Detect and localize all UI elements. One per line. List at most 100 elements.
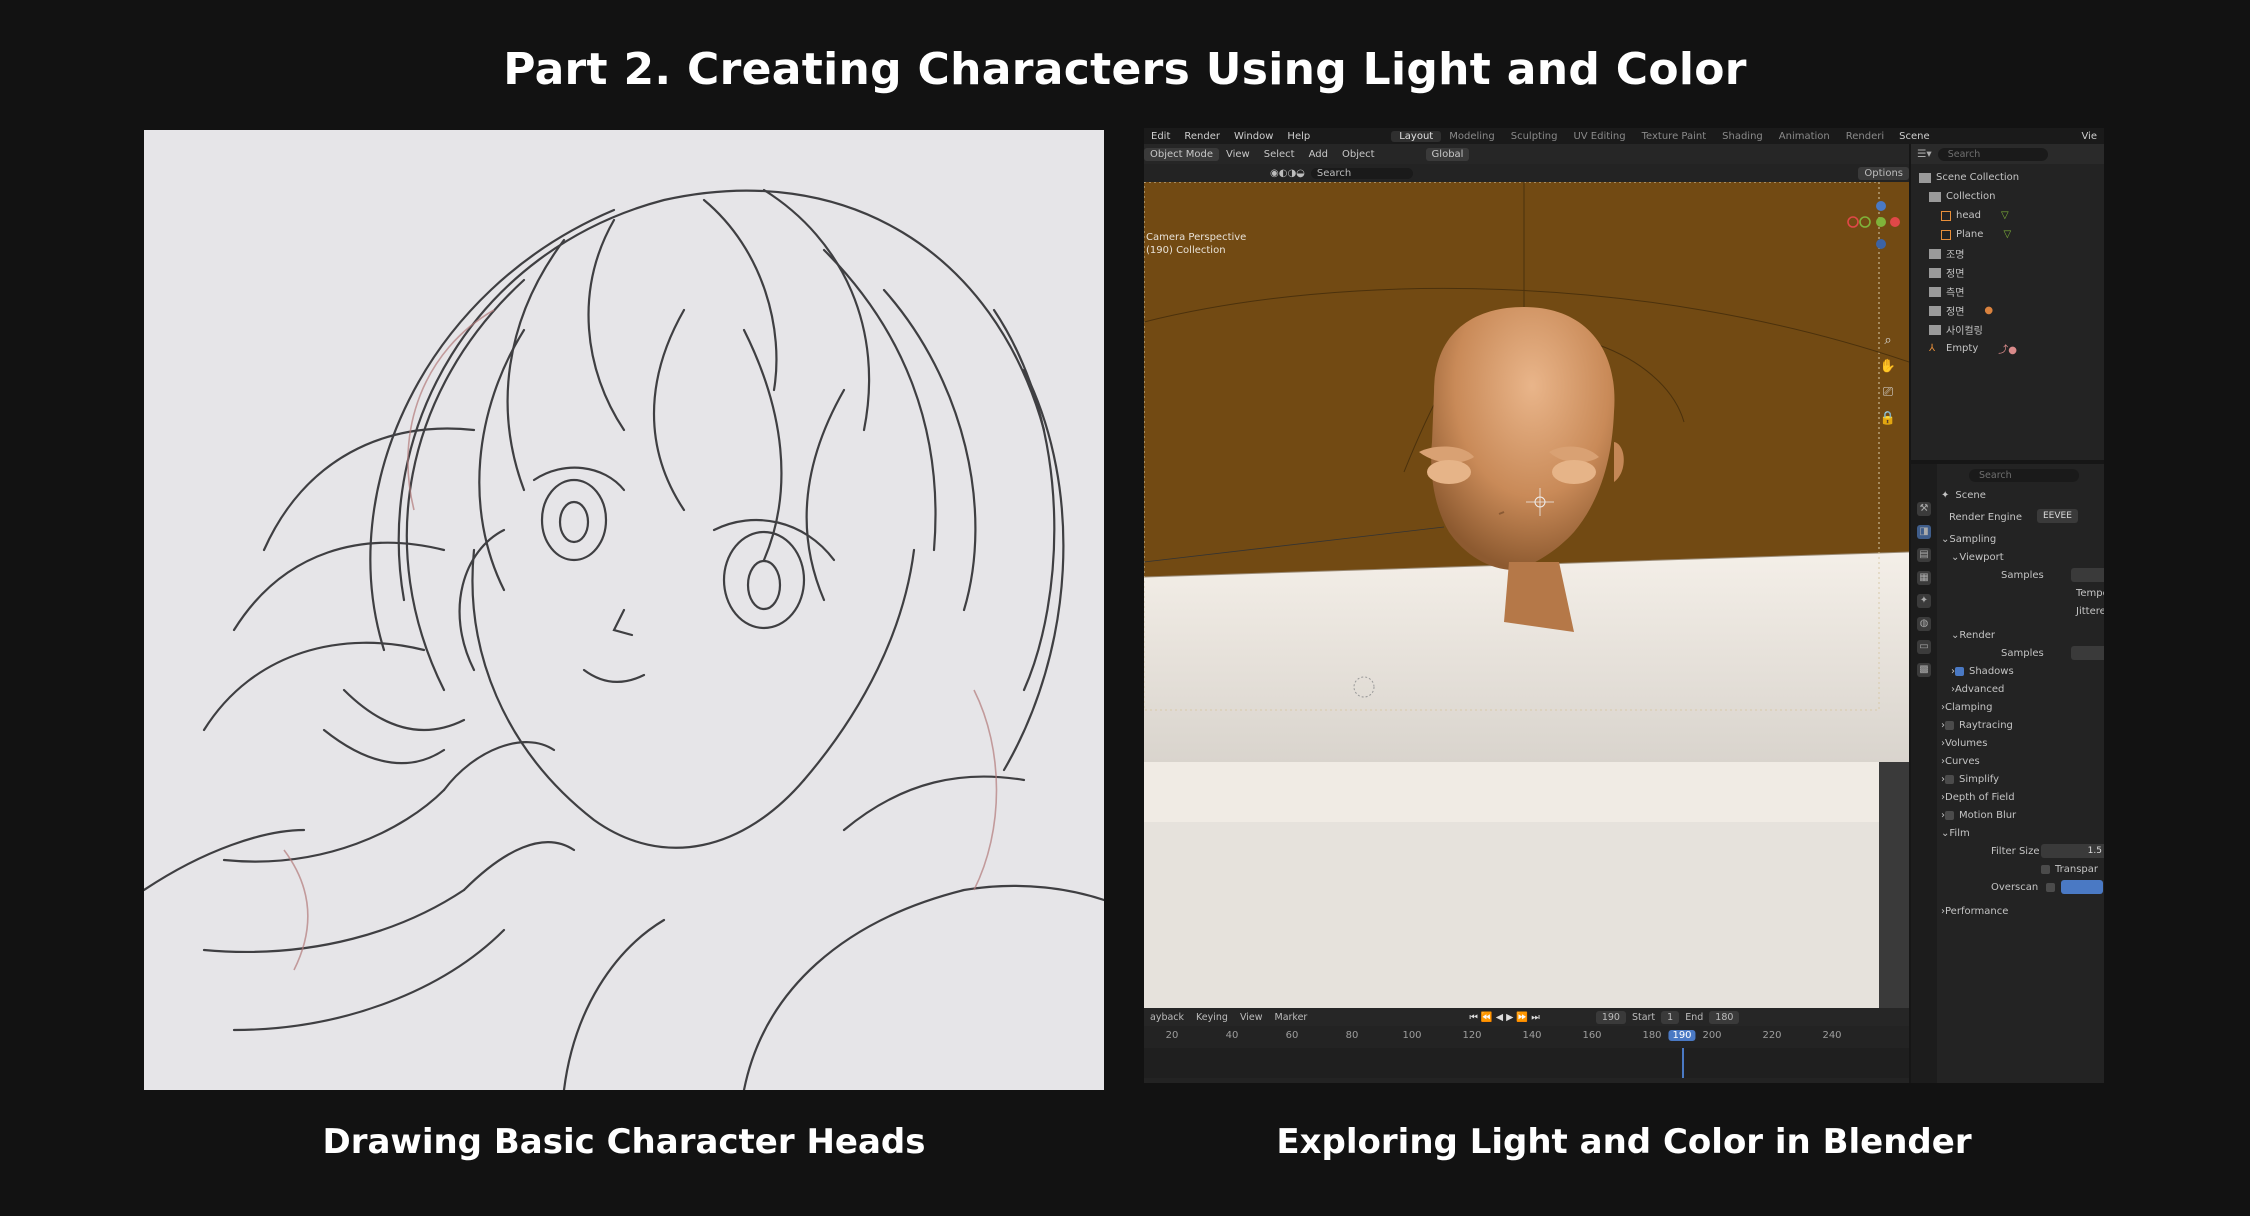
render-samples-field[interactable] [2071,646,2104,660]
start-label: Start [1631,1011,1656,1023]
collection-icon [1919,172,1931,183]
left-caption: Drawing Basic Character Heads [322,1122,926,1162]
menu-window[interactable]: Window [1227,131,1280,142]
transparent-checkbox[interactable]: Transpar [1941,860,2104,878]
tab-modeling[interactable]: Modeling [1441,131,1503,142]
outliner-item-lighting[interactable]: 조명 [1919,244,2104,263]
camera-view-icon[interactable]: ⎚ [1879,384,1897,402]
tick-label: 60 [1285,1030,1299,1041]
modifier-icon: ▽ [2003,229,2012,240]
tick-label: 120 [1462,1030,1482,1041]
tab-rendering[interactable]: Renderi [1838,131,1892,142]
tick-label: 100 [1402,1030,1422,1041]
timeline-ruler[interactable]: 20 40 60 80 100 120 140 160 180 190 200 … [1144,1026,1909,1048]
outliner-item-head[interactable]: head ▽ [1919,206,2104,225]
tab-animation[interactable]: Animation [1771,131,1838,142]
tab-layout[interactable]: Layout [1391,130,1442,142]
hand-pan-icon[interactable]: ✋ [1879,358,1897,376]
render-tab-icon[interactable]: ◨ [1917,525,1931,539]
panel-simplify[interactable]: › Simplify [1941,770,2104,788]
playhead-line[interactable] [1682,1048,1684,1078]
panel-raytracing[interactable]: › Raytracing [1941,716,2104,734]
playback-controls[interactable]: ⏮ ⏪ ◀ ▶ ⏩ ⏭ [1463,1012,1545,1023]
outliner-search-input[interactable]: Search [1937,147,2048,161]
panel-depth-of-field[interactable]: › Depth of Field [1941,788,2104,806]
menu-edit[interactable]: Edit [1144,131,1177,142]
collection-icon [1929,324,1941,335]
tool-tab-icon[interactable]: ⚒ [1917,502,1931,516]
view-layer-selector[interactable]: Vie [2074,131,2104,142]
menu-help[interactable]: Help [1280,131,1317,142]
outliner-item-front[interactable]: 정면 [1919,263,2104,282]
collection-label: (190) Collection [1146,245,1226,256]
world-tab-icon[interactable]: ◍ [1917,617,1931,631]
character-sketch-image [144,130,1104,1090]
panel-viewport[interactable]: ⌄ Viewport [1941,548,2104,566]
viewport-samples-field[interactable] [2071,568,2104,582]
outliner-item-side[interactable]: 측면 [1919,282,2104,301]
panel-clamping[interactable]: › Clamping [1941,698,2104,716]
temporal-reprojection-checkbox[interactable]: Tempo [1941,584,2104,602]
tab-uv-editing[interactable]: UV Editing [1565,131,1633,142]
outliner-filter-icon[interactable]: ☰▾ [1917,148,1932,160]
3d-viewport[interactable]: Camera Perspective (190) Collection ⌕ ✋ … [1144,182,1909,762]
panel-film[interactable]: ⌄ Film [1941,824,2104,842]
object-mode-dropdown[interactable]: Object Mode [1144,147,1219,161]
end-frame-field[interactable]: 180 [1709,1010,1740,1024]
panel-performance[interactable]: › Performance [1941,902,2104,920]
outliner-item-plane[interactable]: Plane ▽ [1919,225,2104,244]
transform-orientation-dropdown[interactable]: Global [1425,147,1470,161]
filter-size-field[interactable]: 1.5 [2041,844,2104,858]
start-frame-field[interactable]: 1 [1661,1010,1680,1024]
options-dropdown[interactable]: Options [1858,166,1909,180]
scene-selector[interactable]: Scene [1892,131,1937,142]
timeline-panel: ayback Keying View Marker ⏮ ⏪ ◀ ▶ ⏩ ⏭ 19… [1144,1008,1909,1083]
page-title: Part 2. Creating Characters Using Light … [503,44,1747,95]
zoom-icon[interactable]: ⌕ [1879,332,1897,350]
menu-render[interactable]: Render [1177,131,1227,142]
tab-sculpting[interactable]: Sculpting [1503,131,1566,142]
output-tab-icon[interactable]: ▤ [1917,548,1931,562]
viewport-shading-icons[interactable]: ◉◐◑◒ [1264,168,1311,179]
panel-render[interactable]: ⌄ Render [1941,626,2104,644]
outliner-item-scene-collection[interactable]: Scene Collection [1919,168,2104,187]
lock-icon[interactable]: 🔒 [1879,410,1897,428]
viewport-search-input[interactable]: Search [1310,167,1413,179]
outliner-item-front-2[interactable]: 정면 ● [1919,301,2104,320]
panel-sampling[interactable]: ⌄ Sampling [1941,530,2104,548]
overscan-field[interactable] [2061,880,2103,894]
panel-curves[interactable]: › Curves [1941,752,2104,770]
panel-volumes[interactable]: › Volumes [1941,734,2104,752]
object-menu[interactable]: Object [1335,149,1382,160]
playhead-frame[interactable]: 190 [1668,1030,1696,1041]
add-menu[interactable]: Add [1302,149,1335,160]
marker-menu[interactable]: Marker [1269,1012,1314,1023]
timeline-track[interactable] [1144,1048,1909,1078]
jittered-shadows-checkbox[interactable]: Jittered [1941,602,2104,620]
tab-shading[interactable]: Shading [1714,131,1771,142]
tab-texture-paint[interactable]: Texture Paint [1634,131,1715,142]
navigation-gizmo[interactable] [1845,200,1901,280]
tick-label: 20 [1165,1030,1179,1041]
properties-search-input[interactable]: Search [1969,468,2079,482]
view-menu[interactable]: View [1219,149,1257,160]
texture-tab-icon[interactable]: ▩ [1917,663,1931,677]
view-layer-tab-icon[interactable]: ▦ [1917,571,1931,585]
timeline-view-menu[interactable]: View [1234,1012,1269,1023]
panel-shadows[interactable]: › Shadows [1941,662,2104,680]
outliner-item-empty[interactable]: ⅄ Empty ⤴● [1919,339,2104,358]
collection-tab-icon[interactable]: ▭ [1917,640,1931,654]
scene-tab-icon[interactable]: ✦ [1917,594,1931,608]
outliner-item-collection[interactable]: Collection [1919,187,2104,206]
playback-menu[interactable]: ayback [1144,1012,1190,1023]
scene-breadcrumb: ✦ Scene [1941,489,1986,501]
render-engine-dropdown[interactable]: EEVEE [2037,509,2078,523]
viewport-subheader: ◉◐◑◒ Search Options [1144,164,1909,182]
keying-menu[interactable]: Keying [1190,1012,1234,1023]
camera-perspective-label: Camera Perspective [1146,232,1247,243]
outliner-item-cyclorama[interactable]: 사이컬링 [1919,320,2104,339]
current-frame-field[interactable]: 190 [1595,1010,1626,1024]
panel-motion-blur[interactable]: › Motion Blur [1941,806,2104,824]
select-menu[interactable]: Select [1257,149,1302,160]
panel-advanced[interactable]: › Advanced [1941,680,2104,698]
